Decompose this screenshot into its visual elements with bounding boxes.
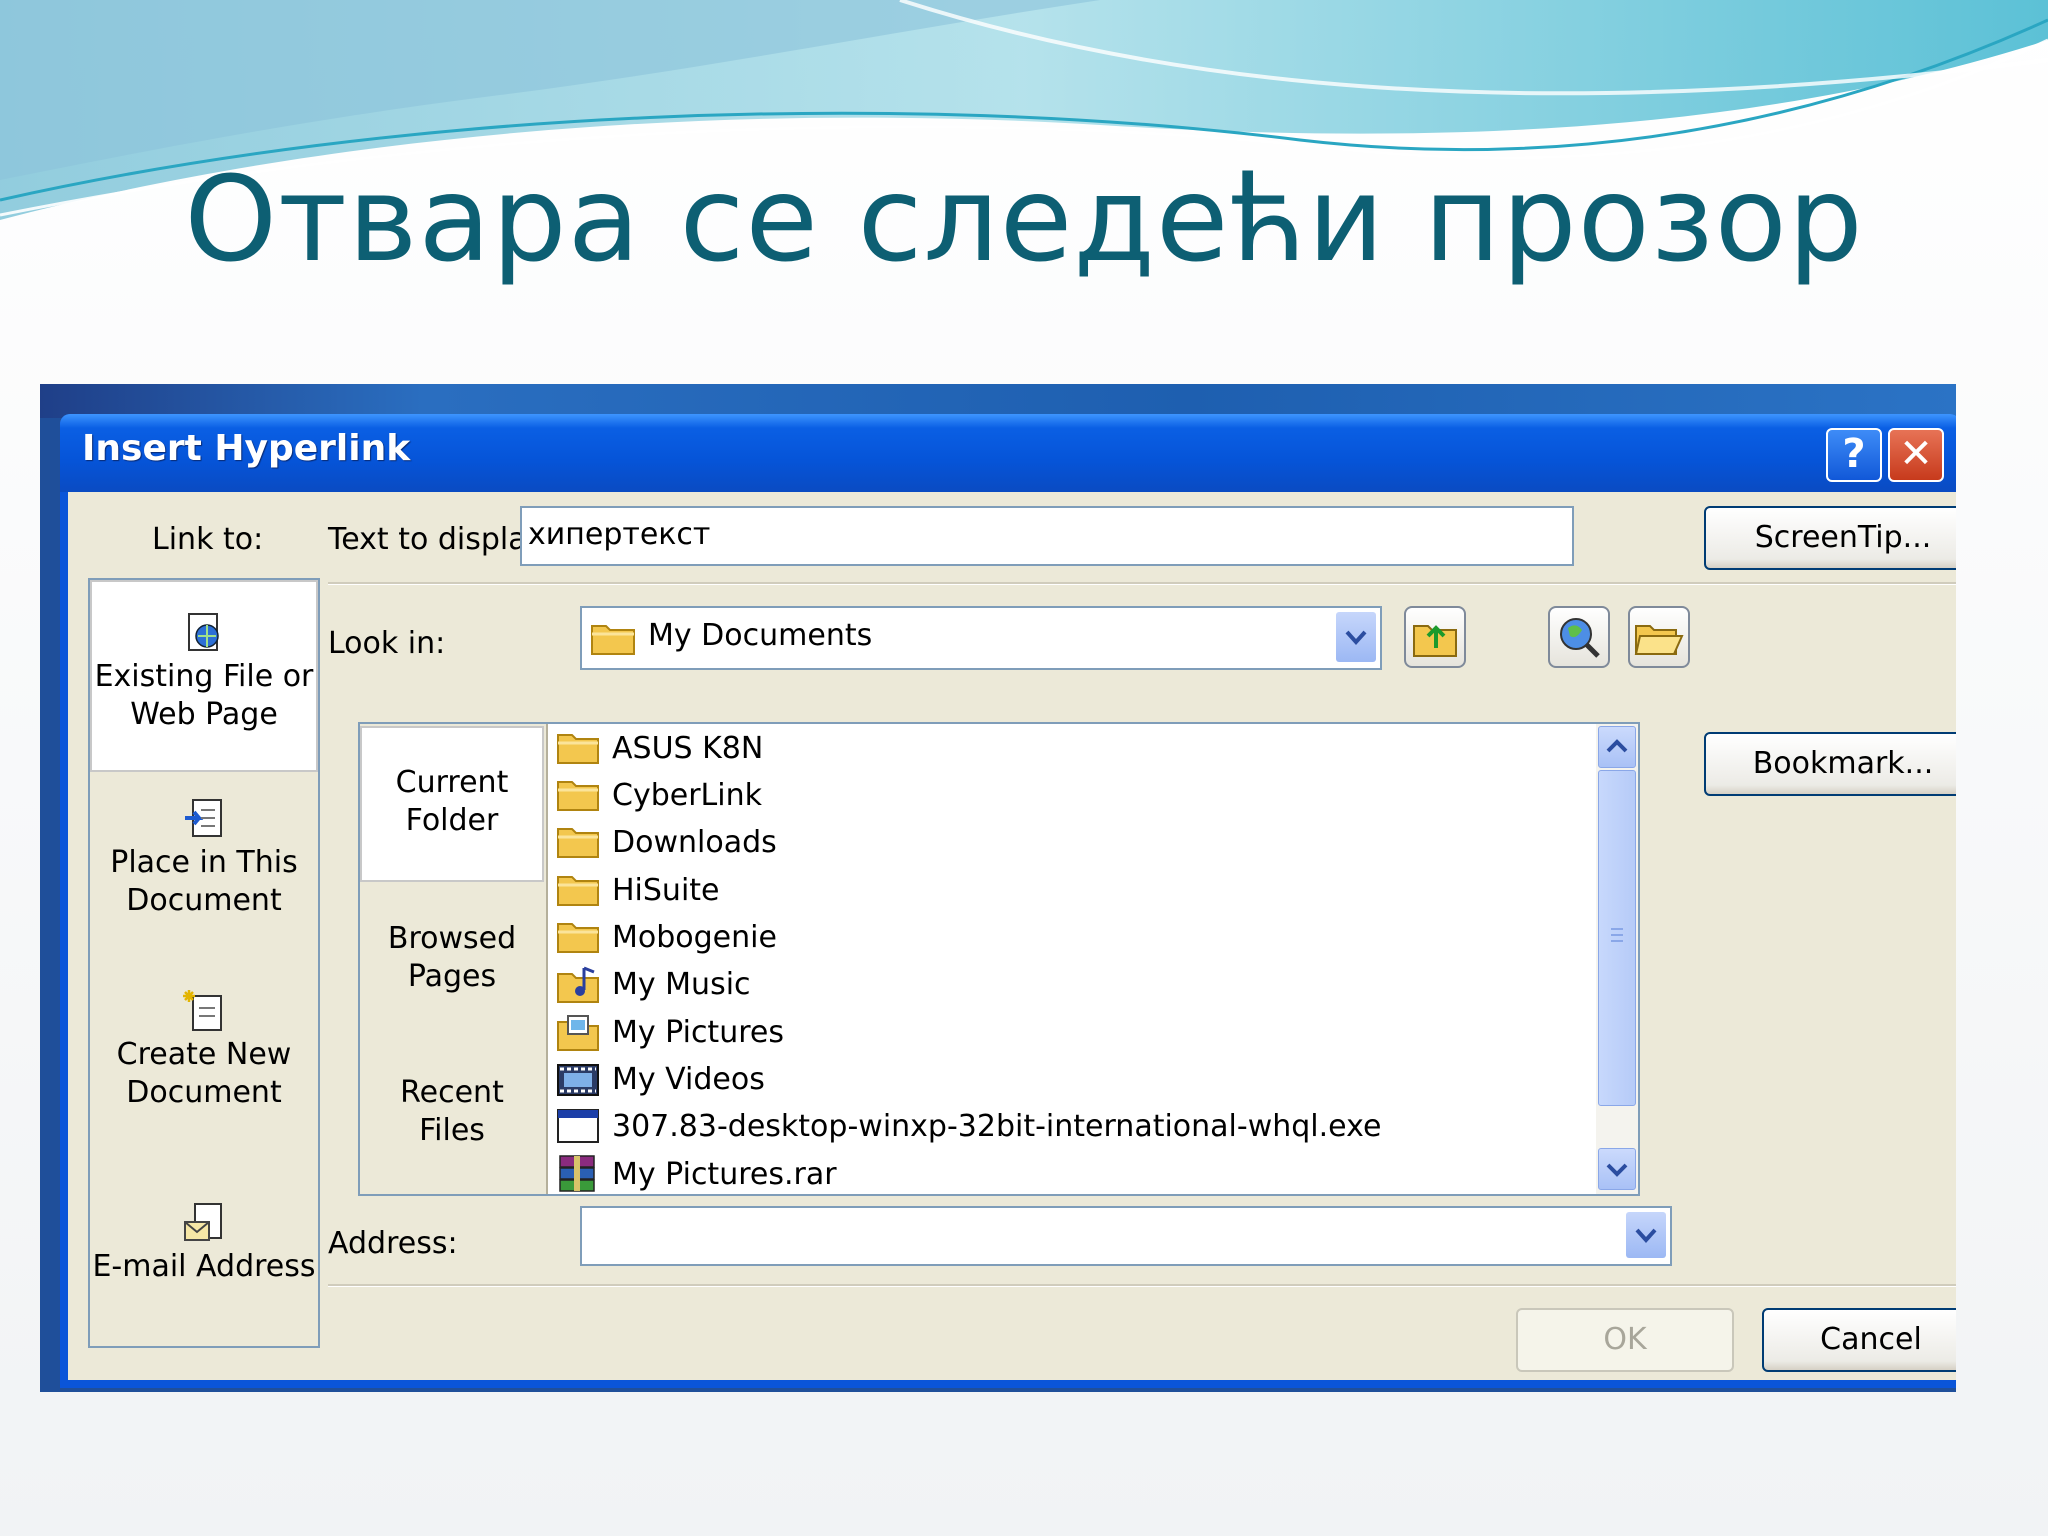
web-search-icon: [1560, 618, 1600, 658]
file-name: My Videos: [612, 1061, 765, 1097]
nav-label: Recent: [400, 1075, 504, 1110]
folder-icon: [591, 625, 635, 655]
link-option-label: Document: [126, 883, 282, 918]
file-browser: Current Folder Browsed Pages Recent File…: [358, 722, 1640, 1196]
text-to-display-input[interactable]: хипертекст: [520, 506, 1574, 566]
list-item[interactable]: Mobogenie: [556, 915, 777, 959]
link-option-email-address[interactable]: E-mail Address: [90, 1200, 318, 1286]
browse-file-button[interactable]: [1628, 606, 1690, 668]
dialog-titlebar[interactable]: Insert Hyperlink ? ✕: [60, 414, 1956, 492]
look-in-dropdown[interactable]: My Documents: [580, 606, 1382, 670]
scroll-up-button[interactable]: [1598, 726, 1636, 768]
scroll-down-button[interactable]: [1598, 1148, 1636, 1190]
file-name: My Pictures.rar: [612, 1156, 837, 1192]
nav-browsed-pages[interactable]: Browsed Pages: [360, 920, 544, 996]
file-name: 307.83-desktop-winxp-32bit-international…: [612, 1108, 1382, 1144]
list-item[interactable]: HiSuite: [556, 868, 720, 912]
list-item[interactable]: My Pictures.rar: [556, 1152, 837, 1196]
email-icon: [184, 1203, 222, 1241]
link-option-label: Place in This: [110, 845, 298, 880]
list-item[interactable]: ASUS K8N: [556, 726, 763, 770]
up-one-folder-button[interactable]: [1404, 606, 1466, 668]
link-option-label: E-mail Address: [92, 1249, 316, 1284]
close-button[interactable]: ✕: [1888, 428, 1944, 482]
browse-nav-column: Current Folder Browsed Pages Recent File…: [360, 724, 548, 1194]
videos-folder-icon: [557, 1064, 599, 1096]
link-to-label: Link to:: [152, 522, 264, 557]
browse-web-button[interactable]: [1548, 606, 1610, 668]
exe-file-icon: [557, 1109, 599, 1143]
chevron-down-icon[interactable]: [1626, 1212, 1666, 1258]
nav-label: Browsed: [387, 921, 517, 956]
file-name: Mobogenie: [612, 919, 777, 955]
list-item[interactable]: CyberLink: [556, 773, 762, 817]
nav-label: Pages: [407, 959, 497, 994]
list-item[interactable]: Downloads: [556, 820, 777, 864]
link-option-label: Document: [126, 1075, 282, 1110]
address-label: Address:: [328, 1226, 458, 1261]
new-document-icon: [183, 990, 222, 1031]
file-name: Downloads: [612, 824, 777, 860]
link-option-label: Existing File or: [94, 659, 314, 694]
text-to-display-label: Text to display:: [328, 522, 553, 557]
dialog-client-area: Link to: Existing File or Web Page Place…: [68, 492, 1956, 1380]
document-place-icon: [185, 799, 222, 837]
file-name: ASUS K8N: [612, 730, 764, 766]
chevron-down-icon[interactable]: [1336, 612, 1376, 662]
slide-title: Отвара се следећи прозор: [184, 150, 1864, 288]
link-option-create-new-document[interactable]: Create New Document: [90, 988, 318, 1112]
separator: [328, 582, 1956, 585]
dialog-title: Insert Hyperlink: [82, 428, 411, 469]
chevron-down-icon: [1606, 1163, 1628, 1177]
cancel-button[interactable]: Cancel: [1762, 1308, 1956, 1372]
bookmark-button[interactable]: Bookmark...: [1704, 732, 1956, 796]
music-folder-icon: [557, 966, 599, 1003]
nav-label: Folder: [405, 803, 499, 838]
up-folder-icon: [1413, 625, 1457, 657]
nav-recent-files[interactable]: Recent Files: [360, 1074, 544, 1150]
look-in-label: Look in:: [328, 626, 446, 661]
folder-icon: [557, 781, 599, 811]
link-option-label: Create New: [116, 1037, 292, 1072]
screenshot-frame: Insert Hyperlink ? ✕ Link to: Existing F…: [40, 384, 1956, 1392]
folder-icon: [557, 876, 599, 906]
screentip-button[interactable]: ScreenTip...: [1704, 506, 1956, 570]
ok-button[interactable]: OK: [1516, 1308, 1734, 1372]
file-name: CyberLink: [612, 777, 762, 813]
nav-label: Files: [419, 1113, 485, 1148]
file-name: My Pictures: [612, 1014, 784, 1050]
file-list-scrollbar[interactable]: [1596, 724, 1638, 1194]
list-item[interactable]: My Videos: [556, 1057, 765, 1101]
folder-icon: [557, 923, 599, 953]
link-option-existing-file[interactable]: Existing File or Web Page: [90, 580, 318, 772]
nav-label: Current: [395, 765, 509, 800]
scroll-thumb[interactable]: [1598, 770, 1636, 1106]
nav-current-folder[interactable]: Current Folder: [360, 726, 544, 882]
help-button[interactable]: ?: [1826, 428, 1882, 482]
file-name: My Music: [612, 966, 751, 1002]
open-folder-icon: [1634, 625, 1684, 655]
separator: [328, 1284, 1956, 1287]
web-page-icon: [188, 613, 219, 651]
list-item[interactable]: 307.83-desktop-winxp-32bit-international…: [556, 1104, 1381, 1148]
desktop-strip: [40, 384, 1956, 418]
rar-archive-icon: [559, 1155, 595, 1192]
folder-icon: [557, 734, 599, 764]
link-option-label: Web Page: [130, 697, 278, 732]
list-item[interactable]: My Pictures: [556, 1010, 784, 1054]
look-in-value: My Documents: [648, 618, 873, 653]
insert-hyperlink-dialog: Insert Hyperlink ? ✕ Link to: Existing F…: [60, 414, 1956, 1388]
pictures-folder-icon: [557, 1015, 599, 1051]
chevron-up-icon: [1606, 739, 1628, 753]
link-option-place-in-document[interactable]: Place in This Document: [90, 796, 318, 920]
grip-icon: [1611, 928, 1623, 942]
file-name: HiSuite: [612, 872, 720, 908]
folder-icon: [557, 828, 599, 858]
address-input[interactable]: [580, 1206, 1672, 1266]
link-to-panel: Existing File or Web Page Place in This …: [88, 578, 320, 1348]
list-item[interactable]: My Music: [556, 962, 751, 1006]
